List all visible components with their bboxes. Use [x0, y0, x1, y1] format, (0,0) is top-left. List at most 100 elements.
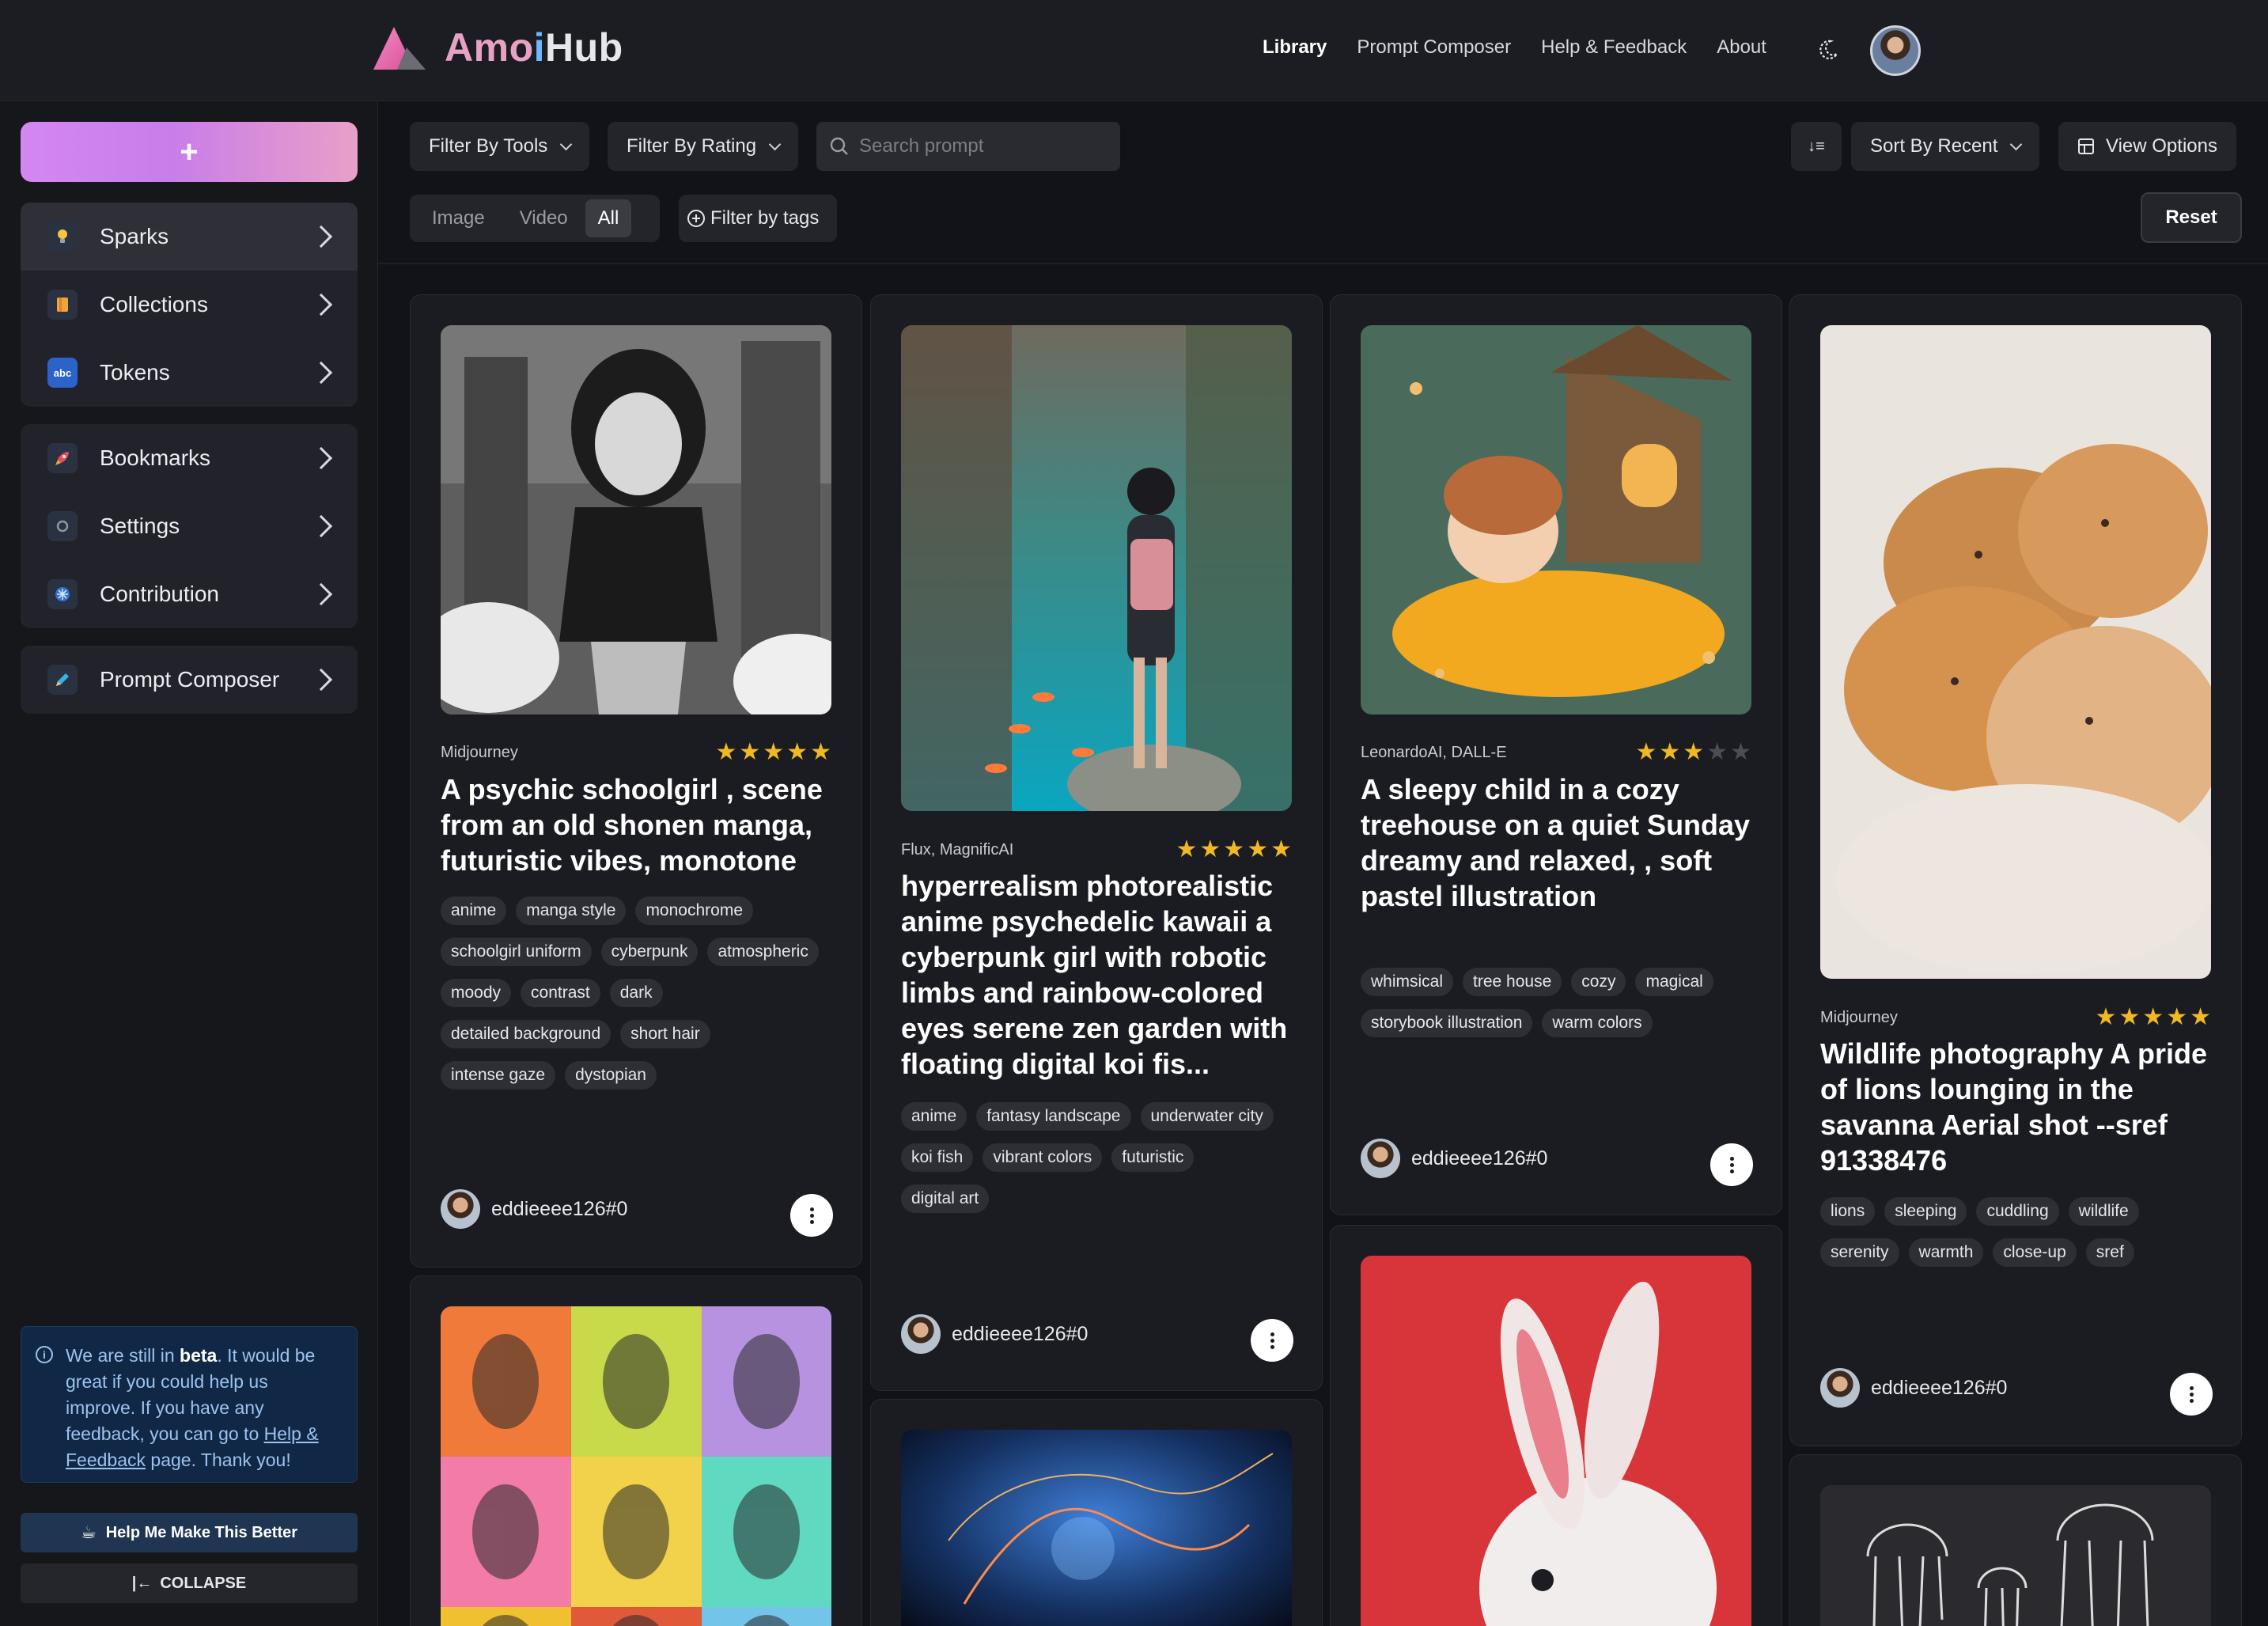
tag[interactable]: futuristic [1111, 1143, 1195, 1172]
more-options-button[interactable] [790, 1194, 833, 1237]
card-title[interactable]: Wildlife photography A pride of lions lo… [1820, 1036, 2216, 1178]
help-me-button[interactable]: ☕ Help Me Make This Better [21, 1513, 358, 1552]
sidebar-item-settings[interactable]: Settings [21, 492, 358, 560]
new-prompt-button[interactable]: + [21, 122, 358, 182]
tag[interactable]: schoolgirl uniform [441, 938, 592, 966]
search-box[interactable] [816, 122, 1120, 171]
prompt-image[interactable] [901, 1430, 1292, 1626]
nav-prompt-composer[interactable]: Prompt Composer [1357, 36, 1511, 59]
prompt-image[interactable] [1820, 1485, 2211, 1626]
filter-by-rating-dropdown[interactable]: Filter By Rating [608, 122, 799, 171]
prompt-card[interactable] [870, 1399, 1323, 1626]
view-options-button[interactable]: View Options [2058, 122, 2236, 171]
tool-label: LeonardoAI, DALL-E [1361, 743, 1507, 761]
tag[interactable]: tree house [1463, 968, 1562, 996]
chevron-right-icon [309, 514, 333, 538]
tag[interactable]: vibrant colors [983, 1143, 1103, 1172]
tag[interactable]: warm colors [1542, 1009, 1653, 1037]
prompt-image[interactable] [1361, 1256, 1751, 1626]
media-type-tabs: Image Video All [410, 195, 660, 242]
tag[interactable]: fantasy landscape [976, 1102, 1131, 1131]
collapse-button[interactable]: |← COLLAPSE [21, 1563, 358, 1603]
chevron-right-icon [309, 361, 333, 385]
tag[interactable]: short hair [620, 1020, 710, 1048]
tag[interactable]: monochrome [635, 896, 753, 925]
tag[interactable]: atmospheric [707, 938, 819, 966]
tag[interactable]: koi fish [901, 1143, 974, 1172]
tag[interactable]: underwater city [1140, 1102, 1274, 1131]
tag[interactable]: magical [1635, 968, 1713, 996]
tag[interactable]: lions [1820, 1197, 1876, 1226]
prompt-image[interactable] [441, 1306, 831, 1626]
tag[interactable]: dystopian [565, 1061, 657, 1090]
tag[interactable]: detailed background [441, 1020, 611, 1048]
sidebar-item-prompt-composer[interactable]: Prompt Composer [21, 646, 358, 714]
filter-by-tools-dropdown[interactable]: Filter By Tools [410, 122, 590, 171]
prompt-image[interactable] [901, 325, 1292, 811]
tag[interactable]: intense gaze [441, 1061, 556, 1090]
tag[interactable]: anime [441, 896, 507, 925]
tag[interactable]: dark [609, 979, 663, 1007]
card-title[interactable]: hyperrealism photorealistic anime psyche… [901, 868, 1297, 1082]
tag[interactable]: sleeping [1884, 1197, 1967, 1226]
sidebar-item-collections[interactable]: Collections [21, 271, 358, 339]
tag[interactable]: anime [901, 1102, 967, 1131]
nav-help-feedback[interactable]: Help & Feedback [1541, 36, 1687, 59]
tag[interactable]: moody [441, 979, 512, 1007]
tab-all[interactable]: All [585, 199, 632, 237]
card-author[interactable]: eddieeee126#0 [901, 1314, 1088, 1354]
tag[interactable]: cozy [1571, 968, 1626, 996]
search-input[interactable] [859, 135, 1112, 157]
prompt-card[interactable]: LeonardoAI, DALL-E ★ ★ ★ ★ ★ A sleepy child … [1330, 294, 1782, 1215]
prompt-card[interactable] [1789, 1454, 2242, 1626]
tag[interactable]: manga style [516, 896, 627, 925]
prompt-image[interactable] [1361, 325, 1751, 714]
nav-about[interactable]: About [1717, 36, 1766, 59]
tag[interactable]: contrast [521, 979, 600, 1007]
prompt-image[interactable] [441, 325, 831, 714]
tag[interactable]: close-up [1993, 1238, 2077, 1267]
tag[interactable]: digital art [901, 1184, 990, 1213]
card-title[interactable]: A psychic schoolgirl , scene from an old… [441, 771, 836, 878]
card-author[interactable]: eddieeee126#0 [1820, 1368, 2007, 1408]
sidebar-item-label: Tokens [100, 360, 170, 385]
sidebar-item-tokens[interactable]: abc Tokens [21, 339, 358, 407]
more-options-button[interactable] [2170, 1373, 2213, 1416]
tag[interactable]: whimsical [1361, 968, 1454, 996]
top-nav: Library Prompt Composer Help & Feedback … [1263, 36, 1797, 59]
filter-by-tags-button[interactable]: Filter by tags [679, 195, 837, 242]
tab-image[interactable]: Image [415, 199, 502, 237]
tag[interactable]: wildlife [2068, 1197, 2139, 1226]
moon-icon[interactable] [1816, 38, 1840, 62]
card-title[interactable]: A sleepy child in a cozy treehouse on a … [1361, 771, 1756, 914]
prompt-card[interactable] [410, 1275, 862, 1626]
tag[interactable]: storybook illustration [1361, 1009, 1533, 1037]
sidebar-group-2: Bookmarks Settings Contribution [21, 424, 358, 628]
sidebar-item-contribution[interactable]: Contribution [21, 560, 358, 628]
card-author[interactable]: eddieeee126#0 [1361, 1139, 1547, 1178]
coffee-icon: ☕ [80, 1522, 97, 1542]
card-author[interactable]: eddieeee126#0 [441, 1189, 627, 1229]
sort-by-dropdown[interactable]: Sort By Recent [1851, 122, 2040, 171]
sort-direction-button[interactable]: ↓≡ [1791, 122, 1842, 171]
reset-button[interactable]: Reset [2141, 192, 2242, 243]
prompt-card[interactable]: Midjourney ★ ★ ★ ★ ★ Wildlife photography A … [1789, 294, 2242, 1446]
more-options-button[interactable] [1251, 1319, 1293, 1362]
user-avatar[interactable] [1870, 25, 1921, 76]
prompt-card[interactable] [1330, 1225, 1782, 1626]
tag[interactable]: serenity [1820, 1238, 1899, 1267]
tag[interactable]: sref [2085, 1238, 2134, 1267]
app-logo[interactable]: AmoiHub [365, 24, 623, 71]
sidebar-item-bookmarks[interactable]: Bookmarks [21, 424, 358, 492]
tag[interactable]: warmth [1908, 1238, 1984, 1267]
tag[interactable]: cyberpunk [600, 938, 699, 966]
prompt-card[interactable]: Flux, MagnificAI ★ ★ ★ ★ ★ hyperrealism phot… [870, 294, 1323, 1391]
nav-library[interactable]: Library [1263, 36, 1327, 59]
prompt-image[interactable] [1820, 325, 2211, 979]
chevron-right-icon [309, 225, 333, 248]
sidebar-item-sparks[interactable]: Sparks [21, 203, 358, 271]
tab-video[interactable]: Video [502, 199, 585, 237]
prompt-card[interactable]: Midjourney ★ ★ ★ ★ ★ A psychic schoolgirl , … [410, 294, 862, 1268]
tag[interactable]: cuddling [1976, 1197, 2059, 1226]
more-options-button[interactable] [1710, 1143, 1753, 1186]
